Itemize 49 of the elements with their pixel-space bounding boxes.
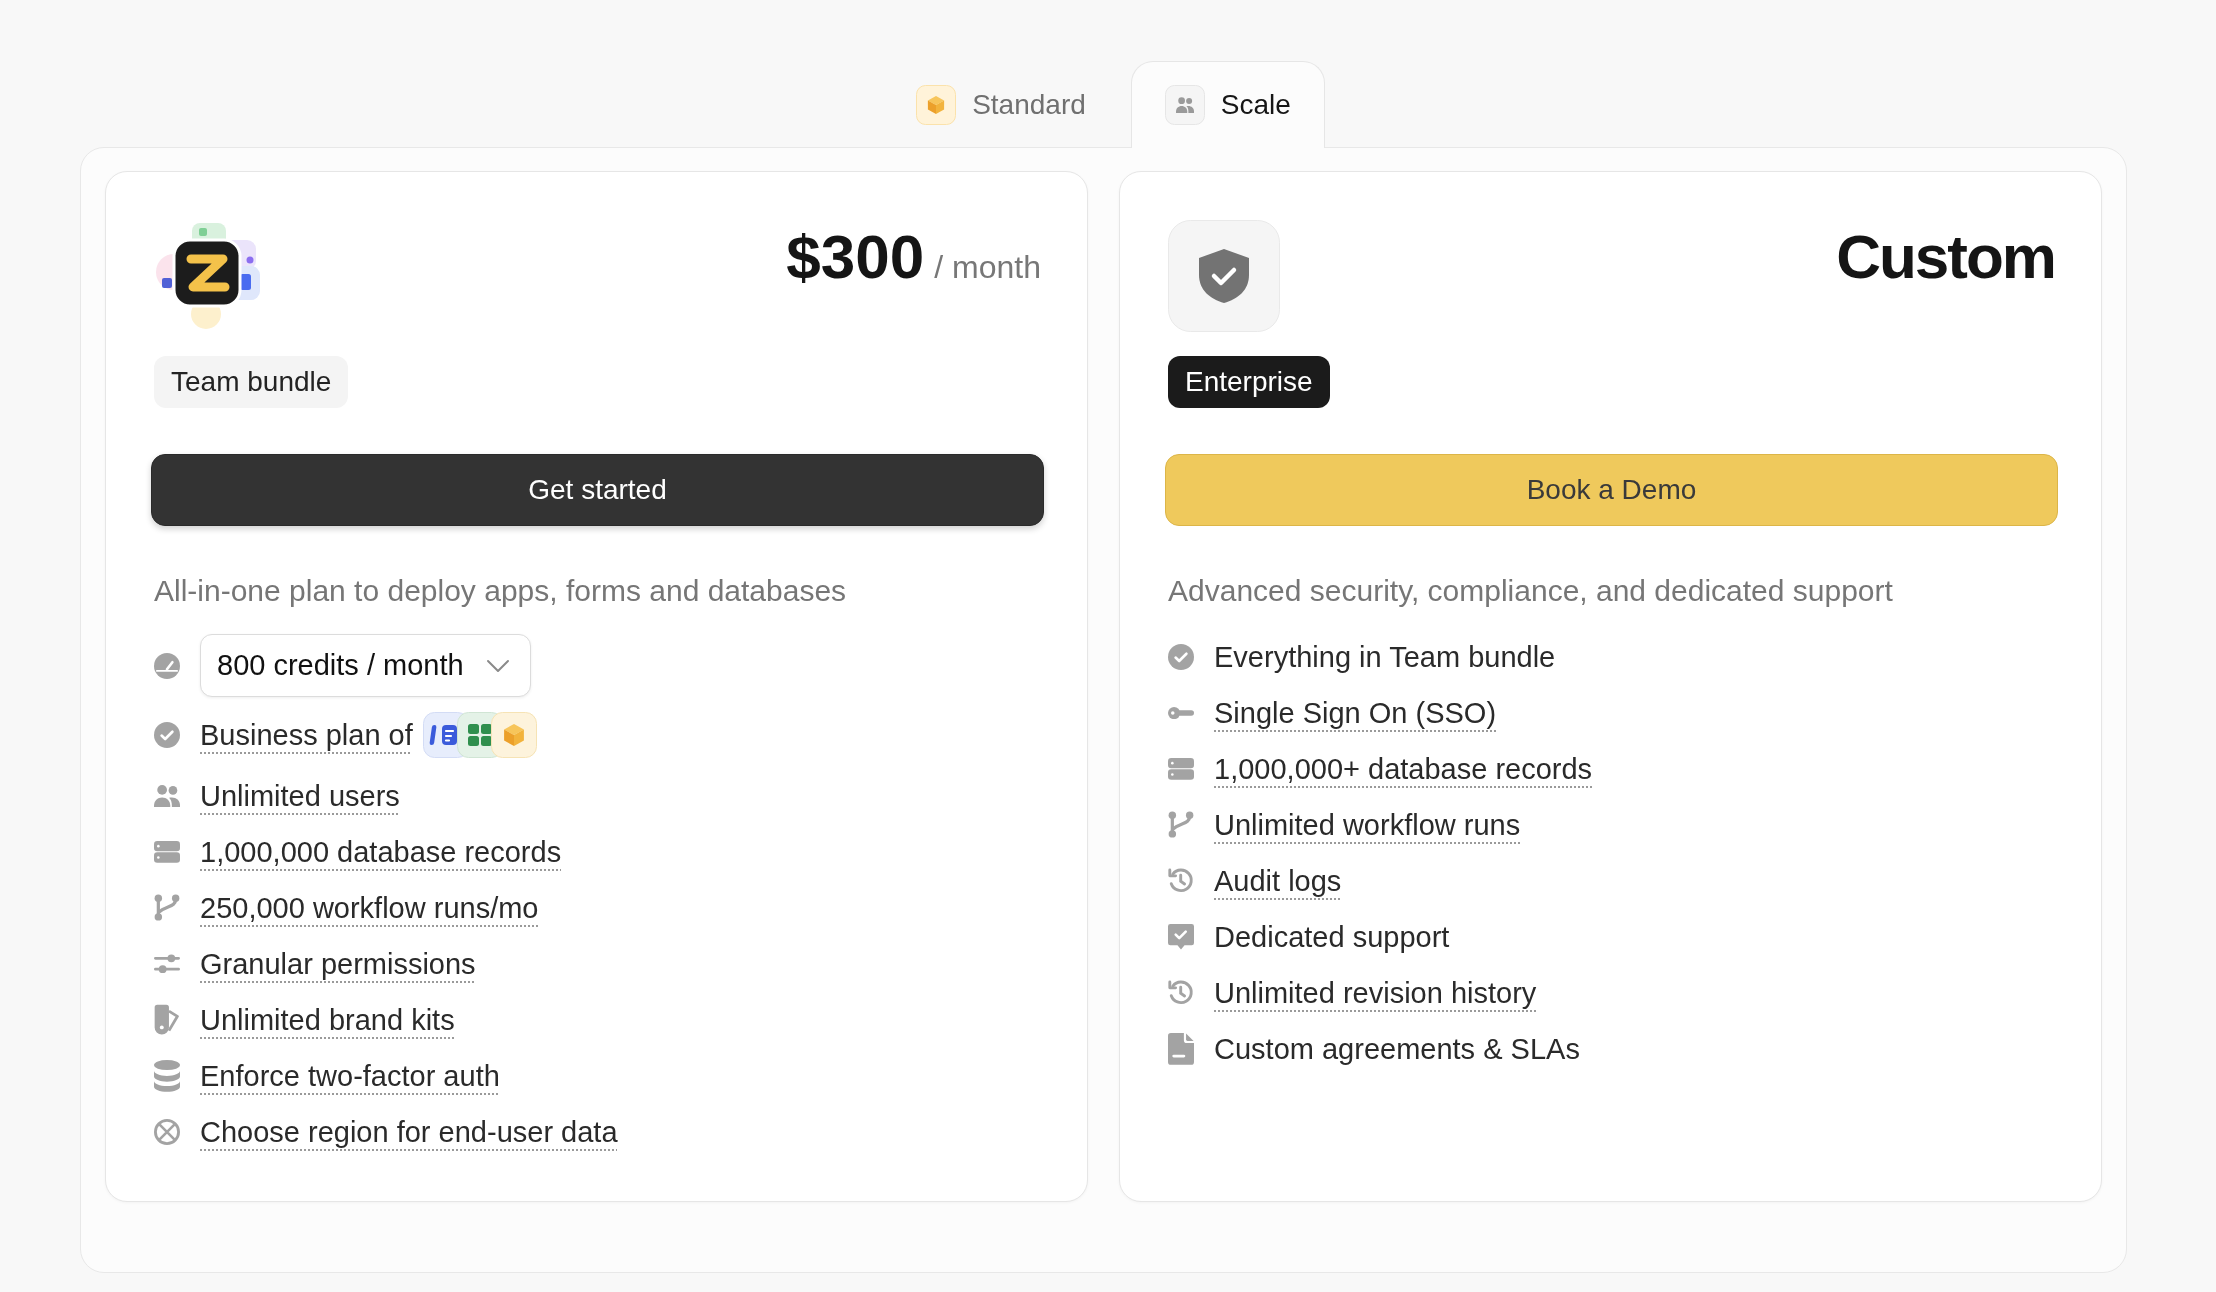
feature-text: Single Sign On (SSO): [1214, 696, 1497, 730]
cube-icon: [916, 85, 957, 125]
database-icon: [154, 1060, 180, 1092]
feature-text: Unlimited users: [200, 779, 400, 813]
feature-text: Enforce two-factor auth: [200, 1059, 500, 1093]
feature-text: Dedicated support: [1214, 920, 1450, 954]
gauge-icon: [154, 652, 180, 679]
feature-text: 250,000 workflow runs/mo: [200, 891, 539, 925]
sliders-icon: [154, 954, 180, 974]
price-text: $300: [786, 226, 925, 288]
credits-dropdown[interactable]: 800 credits / month: [200, 634, 531, 697]
users-icon: [154, 784, 180, 808]
cta-button[interactable]: Book a Demo: [1165, 454, 2058, 526]
history-icon: [1168, 868, 1194, 894]
plan-badge: Enterprise: [1168, 356, 1330, 408]
plan-badge: Team bundle: [154, 356, 349, 408]
feature-text: Choose region for end-user data: [200, 1115, 618, 1149]
feature-text: Audit logs: [1214, 864, 1342, 898]
plan-description: All-in-one plan to deploy apps, forms and databases: [154, 574, 847, 608]
feature-text: Custom agreements & SLAs: [1214, 1032, 1580, 1066]
users-icon: [1164, 85, 1205, 125]
storage-icon: [154, 841, 180, 863]
feature-text: Unlimited revision history: [1214, 976, 1537, 1010]
feature-text: Everything in Team bundle: [1214, 640, 1556, 674]
feature-text: Granular permissions: [200, 947, 476, 981]
check-circle-icon: [154, 722, 180, 748]
feature-text: Business plan of: [200, 718, 413, 752]
cube-app-icon: [490, 712, 537, 758]
feature-text: Unlimited brand kits: [200, 1003, 455, 1037]
plan-tab[interactable]: Scale: [1130, 61, 1325, 148]
price-period: / month: [934, 249, 1041, 286]
branch-icon: [1168, 811, 1194, 839]
swatch-icon: [154, 1004, 180, 1036]
crossed-circle-icon: [154, 1119, 180, 1145]
document-icon: [1168, 1033, 1194, 1065]
chevron-down-icon: [485, 658, 510, 673]
branch-icon: [154, 894, 180, 922]
feature-text: Unlimited workflow runs: [1214, 808, 1521, 842]
history-icon: [1168, 980, 1194, 1006]
key-icon: [1168, 706, 1194, 720]
plan-description: Advanced security, compliance, and dedicated support: [1168, 574, 1893, 608]
shield-check-icon: [1168, 220, 1280, 332]
cta-button[interactable]: Get started: [151, 454, 1044, 526]
chat-check-icon: [1168, 924, 1194, 950]
price-text: Custom: [1836, 226, 2055, 288]
feature-text: 1,000,000+ database records: [1214, 752, 1593, 786]
storage-icon: [1168, 758, 1194, 780]
check-circle-icon: [1168, 644, 1194, 670]
feature-text: 1,000,000 database records: [200, 835, 562, 869]
